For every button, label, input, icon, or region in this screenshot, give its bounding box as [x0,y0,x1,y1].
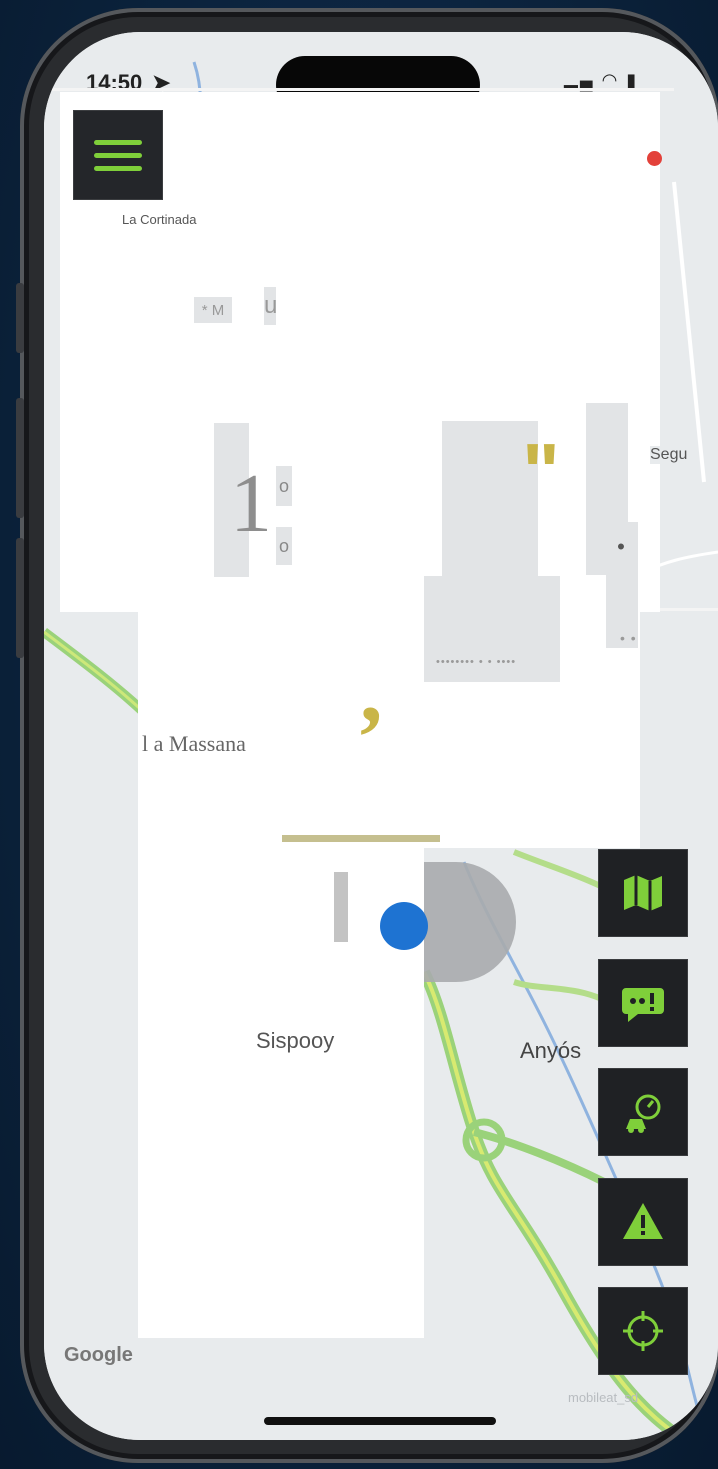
overlay-comma: , [360,642,383,741]
recenter-button[interactable] [598,1287,688,1375]
warning-button[interactable] [598,1178,688,1266]
divider-top [44,88,674,91]
menu-button[interactable] [73,110,163,200]
notification-dot [647,151,662,166]
map-layers-button[interactable] [598,849,688,937]
overlay-glyph: • [617,534,625,559]
map-icon [624,875,662,911]
home-indicator[interactable] [264,1417,496,1425]
map-watermark: mobileat_sd [568,1390,639,1405]
screen: 14:50 ➤ ▂▄ ◠ ▮ La Cortinada Segu l a Mas… [44,32,718,1440]
overlay-panel-main [60,224,660,612]
volume-up-button [16,398,24,518]
map-label-anyos: Anyós [520,1038,582,1063]
speed-camera-button[interactable] [598,1068,688,1156]
chat-alert-button[interactable] [598,959,688,1047]
warning-icon [623,1203,663,1239]
overlay-big-digit: 1 [230,457,272,550]
map-label-sispony: Sispooy [256,1028,335,1053]
overlay-vertical-bar [334,872,348,942]
user-location-dot [380,902,428,950]
map-label-la-massana: l a Massana [142,731,246,756]
menu-bar-icon [94,152,142,158]
status-bar: 14:50 ➤ ▂▄ ◠ ▮ [44,32,718,114]
map-label-la-cortinada: La Cortinada [122,212,197,227]
map-label-segu: Segu [650,446,688,464]
locate-icon [623,1311,663,1351]
volume-down-button [16,538,24,658]
overlay-panel-middle [138,612,640,848]
overlay-panel-top-right [482,92,660,224]
overlay-small-o-top: o [276,466,292,506]
speed-camera-icon [626,1094,661,1133]
menu-bar-icon [94,139,142,145]
chat-alert-icon [622,988,664,1022]
overlay-small-o-bottom: o [276,527,292,565]
overlay-dots-small: • • [620,630,637,646]
overlay-tag-u: u [264,287,277,325]
silent-switch [16,283,24,353]
menu-bar-icon [94,165,142,171]
overlay-underline-bar [282,835,440,842]
overlay-quote-mark: " [522,427,560,516]
google-logo: Google [64,1344,133,1366]
overlay-tag-m: * M [194,297,232,323]
overlay-dots-row: •••••••• • • •••• [436,656,517,668]
